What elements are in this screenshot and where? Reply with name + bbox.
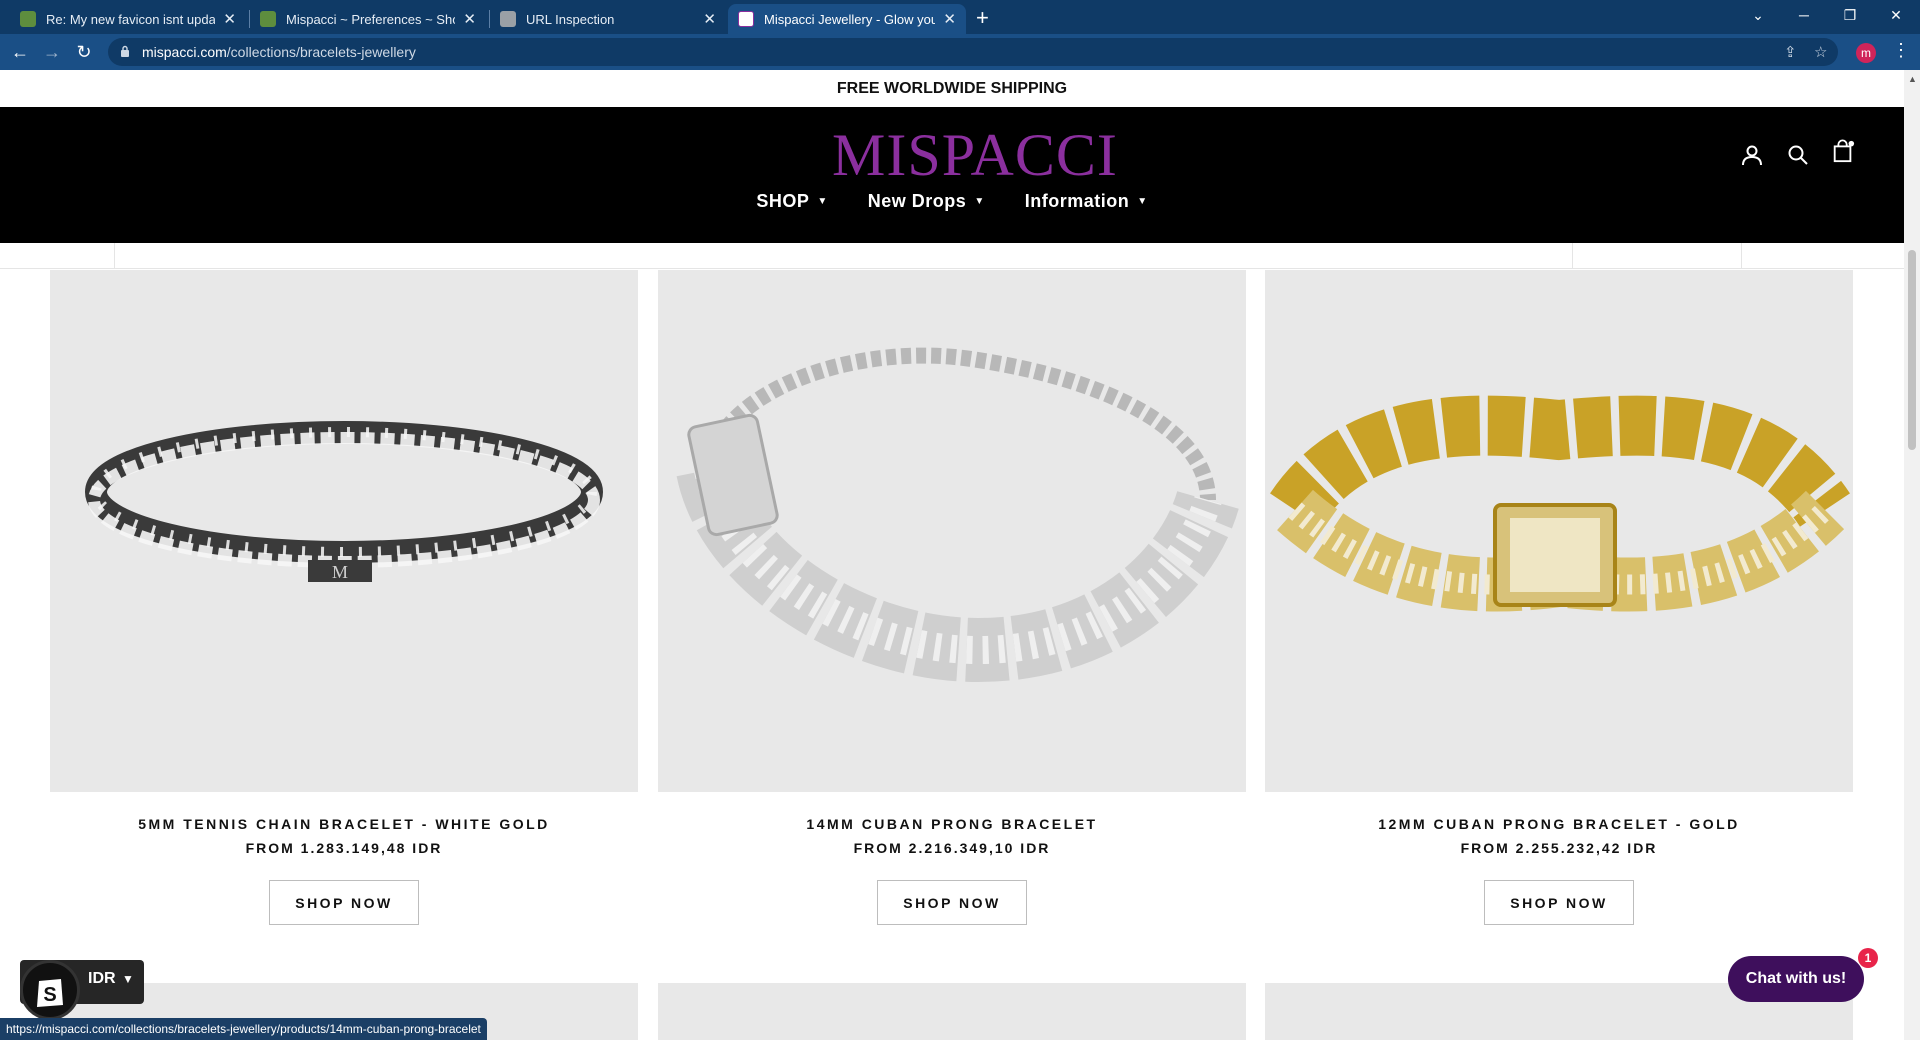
product-card[interactable]: 12MM CUBAN PRONG BRACELET - GOLD FROM 2.… [1265, 270, 1853, 925]
divider [1741, 243, 1742, 269]
scroll-thumb[interactable] [1908, 250, 1916, 450]
back-icon[interactable]: ← [8, 40, 32, 64]
browser-tab[interactable]: Re: My new favicon isnt updated ✕ [10, 4, 246, 34]
close-window-icon[interactable]: ✕ [1873, 0, 1919, 30]
caret-down-icon: ▼ [817, 196, 828, 207]
bracelet-illustration [1270, 395, 1850, 612]
url-path: /collections/bracelets-jewellery [226, 44, 416, 60]
web-page: FREE WORLDWIDE SHIPPING MISPACCI SHOP ▼ N… [0, 70, 1904, 1040]
product-card-placeholder [658, 983, 1246, 1040]
cart-bag-icon[interactable] [1831, 139, 1855, 163]
browser-toolbar: ← → ↻ mispacci.com/collections/bracelets… [0, 34, 1920, 70]
shopify-bag-icon: S [20, 960, 80, 1020]
silver-cuban-bracelet-image[interactable] [658, 270, 1246, 792]
url-text: mispacci.com/collections/bracelets-jewel… [142, 44, 416, 60]
caret-down-icon: ▼ [974, 196, 985, 207]
shop-now-button[interactable]: SHOP NOW [269, 880, 419, 925]
tab-title: URL Inspection [526, 11, 615, 27]
nav-label: SHOP [756, 191, 810, 211]
announcement-bar: FREE WORLDWIDE SHIPPING [0, 70, 1904, 107]
browser-tab-active[interactable]: Mispacci Jewellery - Glow your way ✕ [728, 4, 966, 34]
reload-icon[interactable]: ↻ [72, 40, 96, 64]
address-bar[interactable]: mispacci.com/collections/bracelets-jewel… [108, 38, 1838, 66]
close-tab-icon[interactable]: ✕ [463, 10, 476, 28]
svg-text:S: S [43, 984, 56, 1006]
lock-icon [121, 45, 129, 57]
url-host: mispacci.com [142, 44, 227, 60]
mispacci-icon [738, 11, 754, 27]
account-icon[interactable] [1740, 143, 1764, 167]
collection-filter-bar [0, 243, 1904, 269]
product-price: FROM 2.255.232,42 IDR [1460, 840, 1658, 856]
browser-tab[interactable]: Mispacci ~ Preferences ~ Shopify ✕ [250, 4, 486, 34]
shopify-icon [20, 11, 36, 27]
svg-text:M: M [332, 562, 348, 582]
close-tab-icon[interactable]: ✕ [943, 10, 956, 28]
nav-label: New Drops [867, 191, 967, 211]
scroll-up-icon[interactable]: ▲ [1908, 74, 1917, 84]
link-status-bar: https://mispacci.com/collections/bracele… [0, 1018, 487, 1040]
store-logo[interactable]: MISPACCI [832, 121, 1118, 190]
new-tab-button[interactable]: + [976, 5, 989, 31]
restore-icon[interactable]: ❐ [1827, 0, 1873, 30]
caret-down-icon[interactable]: ▼ [122, 972, 134, 986]
bracelet-illustration: M [85, 421, 603, 582]
product-card[interactable]: 14MM CUBAN PRONG BRACELET FROM 2.216.349… [658, 270, 1246, 925]
search-icon[interactable] [1786, 143, 1810, 167]
tab-title: Re: My new favicon isnt updated [46, 11, 216, 27]
product-card[interactable]: M 5MM TENNIS CHAIN BRACELET - WHITE GOLD… [50, 270, 638, 925]
product-title[interactable]: 12MM CUBAN PRONG BRACELET - GOLD [1265, 816, 1853, 832]
close-tab-icon[interactable]: ✕ [223, 10, 236, 28]
product-title[interactable]: 5MM TENNIS CHAIN BRACELET - WHITE GOLD [50, 816, 638, 832]
tab-search-icon[interactable]: ⌄ [1735, 0, 1781, 30]
tennis-bracelet-image[interactable]: M [50, 270, 638, 792]
product-title[interactable]: 14MM CUBAN PRONG BRACELET [658, 816, 1246, 832]
browser-tab[interactable]: URL Inspection ✕ [490, 4, 726, 34]
search-console-icon [500, 11, 516, 27]
product-price: FROM 1.283.149,48 IDR [245, 840, 443, 856]
site-header: MISPACCI SHOP ▼ New Drops ▼ Information ▼ [0, 107, 1904, 243]
divider [1572, 243, 1573, 269]
gold-cuban-bracelet-image[interactable] [1265, 270, 1853, 792]
profile-avatar[interactable]: m [1856, 43, 1876, 63]
page-scrollbar[interactable]: ▲ [1904, 70, 1920, 1040]
nav-information[interactable]: Information ▼ [1025, 191, 1148, 212]
currency-label[interactable]: IDR [88, 970, 116, 988]
notification-badge: 1 [1858, 948, 1878, 968]
minimize-icon[interactable]: ─ [1781, 0, 1827, 30]
forward-icon[interactable]: → [40, 40, 64, 64]
browser-menu-icon[interactable]: ⋮ [1892, 40, 1910, 61]
tab-title: Mispacci ~ Preferences ~ Shopify [286, 11, 455, 27]
nav-shop[interactable]: SHOP ▼ [756, 191, 827, 212]
caret-down-icon: ▼ [1137, 196, 1148, 207]
shopify-icon [260, 11, 276, 27]
bracelet-illustration [676, 347, 1239, 683]
tab-title: Mispacci Jewellery - Glow your way [764, 11, 936, 27]
product-price: FROM 2.216.349,10 IDR [853, 840, 1051, 856]
share-icon[interactable]: ⇪ [1784, 43, 1797, 61]
nav-label: Information [1024, 191, 1130, 211]
close-tab-icon[interactable]: ✕ [703, 10, 716, 28]
chat-button[interactable]: Chat with us! [1728, 956, 1864, 1002]
shop-now-button[interactable]: SHOP NOW [877, 880, 1027, 925]
shop-now-button[interactable]: SHOP NOW [1484, 880, 1634, 925]
divider [114, 243, 115, 269]
main-navigation: SHOP ▼ New Drops ▼ Information ▼ [0, 191, 1904, 212]
bookmark-star-icon[interactable]: ☆ [1814, 43, 1827, 61]
nav-new-drops[interactable]: New Drops ▼ [868, 191, 985, 212]
browser-tab-strip: Re: My new favicon isnt updated ✕ Mispac… [0, 0, 1920, 34]
